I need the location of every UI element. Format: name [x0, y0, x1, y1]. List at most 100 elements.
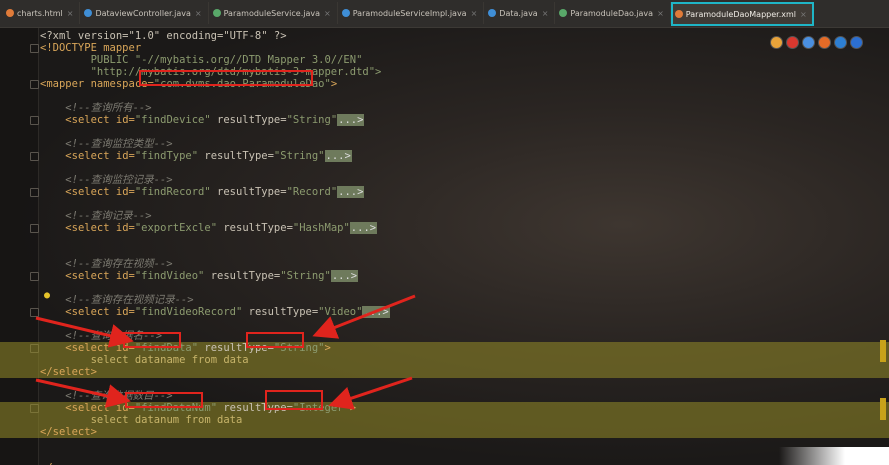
close-tab-icon[interactable]: ×	[657, 9, 664, 18]
code-line[interactable]: "http://mybatis.org/dtd/mybatis-3-mapper…	[0, 66, 889, 78]
code-token: resultType=	[204, 270, 281, 282]
code-line[interactable]: <select id="findVideoRecord" resultType=…	[0, 306, 889, 318]
code-line[interactable]: select datanum from data	[0, 414, 889, 426]
code-line[interactable]: <!--查询记录-->	[0, 210, 889, 222]
code-token: <select id=	[65, 402, 135, 414]
select-id-value: "findVideo"	[134, 270, 205, 282]
code-line[interactable]: <!--查询数据数目-->	[0, 390, 889, 402]
scroll-marker[interactable]	[880, 398, 886, 420]
code-text: <!--查询存在视频-->	[40, 258, 173, 270]
code-text: <select id="findRecord" resultType="Reco…	[40, 186, 365, 198]
java-interface-icon	[212, 9, 221, 17]
code-line[interactable]: <select id="findData" resultType="String…	[0, 342, 889, 354]
code-line[interactable]: </select>	[0, 366, 889, 378]
code-text: <select id="findDevice" resultType="Stri…	[40, 114, 365, 126]
code-line[interactable]: <!--查询数据名-->	[0, 330, 889, 342]
code-line[interactable]: <select id="findDevice" resultType="Stri…	[0, 114, 889, 126]
code-line[interactable]: <select id="exportExcle" resultType="Has…	[0, 222, 889, 234]
select-id-value: "findRecord"	[134, 186, 211, 198]
code-token: <!--查询所有-->	[65, 102, 152, 114]
code-text: PUBLIC "-//mybatis.org//DTD Mapper 3.0//…	[40, 54, 363, 66]
code-line[interactable]: <!--查询所有-->	[0, 102, 889, 114]
code-token: "http://mybatis.org/dtd/mybatis-3-mapper…	[40, 66, 382, 78]
close-tab-icon[interactable]: ×	[195, 9, 202, 18]
tab-6[interactable]: ParamoduleDaoMapper.xml ×	[670, 2, 814, 26]
code-token: <!--查询存在视频-->	[65, 258, 173, 270]
tab-0[interactable]: charts.html ×	[2, 2, 81, 24]
code-line[interactable]: <select id="findType" resultType="String…	[0, 150, 889, 162]
code-line[interactable]: <select id="findDataNum" resultType="Int…	[0, 402, 889, 414]
result-type-value: "Integer"	[292, 402, 350, 414]
tab-4[interactable]: Data.java ×	[484, 2, 556, 24]
code-token: <!--查询监控记录-->	[65, 174, 173, 186]
code-token: </select>	[40, 366, 97, 378]
code-token: resultType=	[217, 402, 293, 414]
code-text: </select>	[40, 366, 97, 378]
code-token: select datanum from data	[65, 414, 243, 426]
tab-label: ParamoduleDaoMapper.xml	[685, 9, 797, 19]
java-class-icon	[341, 9, 350, 17]
tab-2[interactable]: ParamoduleService.java ×	[209, 2, 338, 24]
code-token: <select id=	[65, 306, 135, 318]
lightbulb-icon[interactable]: ●	[44, 290, 50, 301]
folded-block-ellipsis: ...>	[337, 186, 365, 198]
code-token: resultType=	[198, 150, 274, 162]
code-line[interactable]: PUBLIC "-//mybatis.org//DTD Mapper 3.0//…	[0, 54, 889, 66]
tab-label: ParamoduleDao.java	[570, 8, 654, 18]
code-line[interactable]: </select>	[0, 426, 889, 438]
tab-label: charts.html	[17, 8, 63, 18]
close-tab-icon[interactable]: ×	[324, 9, 331, 18]
xml-file-icon	[674, 10, 683, 18]
tab-5[interactable]: ParamoduleDao.java ×	[555, 2, 671, 24]
code-line[interactable]: <!--查询存在视频-->	[0, 258, 889, 270]
code-text: <!--查询所有-->	[40, 102, 152, 114]
code-token: <!--查询监控类型-->	[65, 138, 173, 150]
code-line[interactable]: <!--查询监控记录-->	[0, 174, 889, 186]
code-text: <select id="findDataNum" resultType="Int…	[40, 402, 356, 414]
code-text: <?xml version="1.0" encoding="UTF-8" ?>	[40, 30, 287, 42]
folded-block-ellipsis: ...>	[330, 270, 359, 282]
code-line[interactable]: <!--查询监控类型-->	[0, 138, 889, 150]
select-id-value: "exportExcle"	[134, 222, 218, 234]
result-type-value: "Video"	[318, 306, 363, 318]
code-token: <!--查询数据数目-->	[65, 390, 173, 402]
close-tab-icon[interactable]: ×	[800, 10, 807, 19]
code-text: <select id="exportExcle" resultType="Has…	[40, 222, 378, 234]
folded-block-ellipsis: ...>	[349, 222, 378, 234]
scroll-marker[interactable]	[880, 340, 886, 362]
code-editor[interactable]: <?xml version="1.0" encoding="UTF-8" ?> <…	[0, 28, 889, 465]
code-token: select dataname from data	[65, 354, 249, 366]
folded-block-ellipsis: ...>	[337, 114, 365, 126]
close-tab-icon[interactable]: ×	[67, 9, 74, 18]
code-line[interactable]: <!--查询存在视频记录-->	[0, 294, 889, 306]
code-token: resultType=	[198, 342, 274, 354]
code-token: <mapper namespace=	[40, 78, 154, 90]
code-token: </select>	[40, 426, 97, 438]
code-token: <select id=	[65, 114, 135, 126]
editor-tab-bar: charts.html × DataviewController.java × Para…	[0, 0, 889, 28]
code-line[interactable]: <select id="findVideo" resultType="Strin…	[0, 270, 889, 282]
code-line[interactable]: <select id="findRecord" resultType="Reco…	[0, 186, 889, 198]
code-text: <!--查询存在视频记录-->	[40, 294, 193, 306]
code-line[interactable]: <!DOCTYPE mapper	[0, 42, 889, 54]
result-type-value: "String"	[273, 342, 325, 354]
tab-label: ParamoduleServiceImpl.java	[352, 8, 467, 18]
close-tab-icon[interactable]: ×	[471, 9, 478, 18]
tab-1[interactable]: DataviewController.java ×	[80, 2, 209, 24]
code-text: <select id="findType" resultType="String…	[40, 150, 352, 162]
code-token: <select id=	[65, 342, 135, 354]
code-line[interactable]: <?xml version="1.0" encoding="UTF-8" ?>	[0, 30, 889, 42]
code-text: <!--查询数据名-->	[40, 330, 162, 342]
code-line[interactable]: select dataname from data	[0, 354, 889, 366]
code-line[interactable]: <mapper namespace="com.dvms.dao.Paramodu…	[0, 78, 889, 90]
folded-block-ellipsis: ...>	[362, 306, 390, 318]
tab-3[interactable]: ParamoduleServiceImpl.java ×	[338, 2, 485, 24]
code-token: <select id=	[65, 270, 135, 282]
code-token: >	[330, 78, 338, 90]
code-token: >	[324, 342, 331, 354]
code-token: <?xml version="1.0" encoding="UTF-8" ?>	[40, 30, 287, 42]
code-token: <!--查询记录-->	[65, 210, 152, 222]
code-token: PUBLIC "-//mybatis.org//DTD Mapper 3.0//…	[40, 54, 363, 66]
code-text: <select id="findVideo" resultType="Strin…	[40, 270, 359, 282]
close-tab-icon[interactable]: ×	[542, 9, 549, 18]
